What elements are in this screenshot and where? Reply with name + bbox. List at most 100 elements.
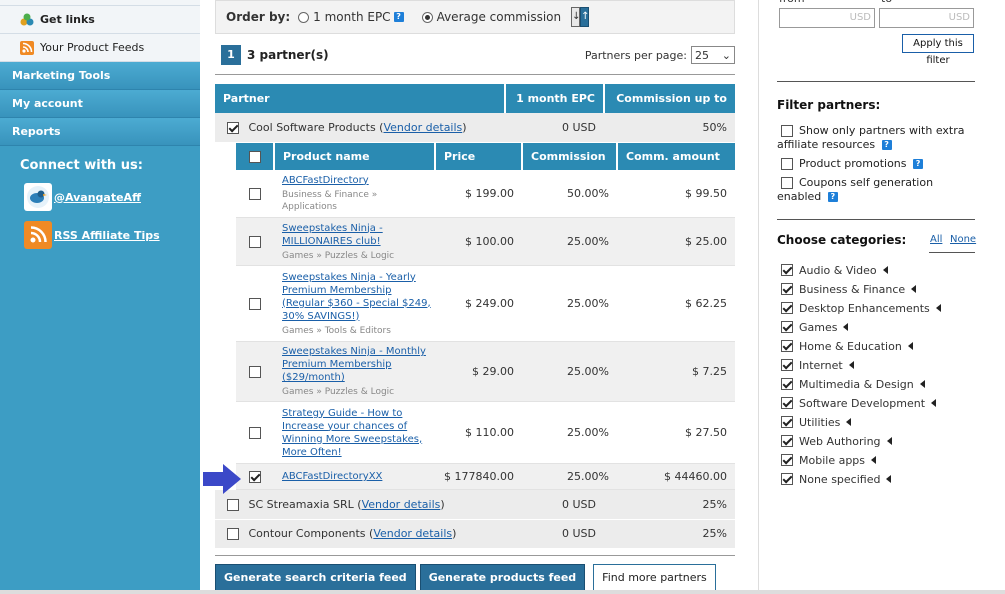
category-item[interactable]: Desktop Enhancements bbox=[781, 301, 941, 315]
order-avg-commission-label[interactable]: Average commission bbox=[437, 10, 562, 24]
page-number-button[interactable]: 1 bbox=[221, 45, 241, 65]
category-item[interactable]: Web Authoring bbox=[781, 434, 892, 448]
sort-asc-button[interactable]: ↑ bbox=[580, 7, 590, 27]
divider bbox=[777, 81, 975, 82]
rss-feed-icon[interactable] bbox=[24, 221, 52, 249]
product-checkbox[interactable] bbox=[249, 298, 261, 310]
sidebar-marketing-tools[interactable]: Marketing Tools bbox=[0, 62, 200, 90]
sidebar-item-get-links[interactable]: Get links bbox=[0, 6, 200, 34]
product-price: $ 110.00 bbox=[435, 401, 522, 464]
category-checkbox[interactable] bbox=[781, 321, 793, 333]
category-item[interactable]: Multimedia & Design bbox=[781, 377, 925, 391]
rss-link-row[interactable]: RSS Affiliate Tips bbox=[24, 221, 200, 249]
commission-to-input[interactable]: USD bbox=[879, 8, 974, 28]
category-label: Multimedia & Design bbox=[799, 377, 914, 391]
per-page-select[interactable]: 25 ⌄ bbox=[691, 46, 735, 64]
vendor-checkbox[interactable] bbox=[227, 528, 239, 540]
help-icon[interactable]: ? bbox=[393, 12, 404, 22]
order-epc-label[interactable]: 1 month EPC bbox=[313, 10, 390, 24]
expand-arrow-icon[interactable] bbox=[848, 361, 854, 369]
select-none-categories-link[interactable]: None bbox=[950, 234, 976, 245]
product-checkbox[interactable] bbox=[249, 236, 261, 248]
product-checkbox[interactable] bbox=[249, 366, 261, 378]
select-all-checkbox[interactable] bbox=[248, 150, 261, 163]
filter-coupons[interactable]: Coupons self generation enabled ? bbox=[777, 176, 977, 204]
category-checkbox[interactable] bbox=[781, 454, 793, 466]
category-item[interactable]: Business & Finance bbox=[781, 282, 917, 296]
commission-from-input[interactable]: USD bbox=[779, 8, 875, 28]
category-checkbox[interactable] bbox=[781, 359, 793, 371]
twitter-bird-icon[interactable] bbox=[24, 183, 52, 211]
vendor-details-link[interactable]: Vendor details bbox=[362, 498, 441, 511]
help-icon[interactable]: ? bbox=[827, 192, 838, 202]
product-link[interactable]: Strategy Guide - How to Increase your ch… bbox=[282, 407, 435, 459]
expand-arrow-icon[interactable] bbox=[882, 266, 888, 274]
category-checkbox[interactable] bbox=[781, 416, 793, 428]
filter-checkbox[interactable] bbox=[781, 177, 793, 189]
product-link[interactable]: Sweepstakes Ninja - MILLIONAIRES club! bbox=[282, 222, 435, 248]
sort-desc-button[interactable]: ↓ bbox=[571, 7, 581, 27]
expand-arrow-icon[interactable] bbox=[846, 418, 852, 426]
sidebar-reports[interactable]: Reports bbox=[0, 118, 200, 146]
filter-checkbox[interactable] bbox=[781, 158, 793, 170]
category-checkbox[interactable] bbox=[781, 283, 793, 295]
twitter-link-row[interactable]: @AvangateAff bbox=[24, 183, 200, 211]
generate-products-feed-button[interactable]: Generate products feed bbox=[419, 563, 586, 591]
category-checkbox[interactable] bbox=[781, 340, 793, 352]
expand-arrow-icon[interactable] bbox=[907, 342, 913, 350]
product-link[interactable]: Sweepstakes Ninja - Monthly Premium Memb… bbox=[282, 345, 435, 384]
category-item[interactable]: Home & Education bbox=[781, 339, 913, 353]
help-icon[interactable]: ? bbox=[881, 140, 892, 150]
per-page-control: Partners per page: 25 ⌄ bbox=[585, 46, 735, 64]
expand-arrow-icon[interactable] bbox=[931, 399, 937, 407]
filter-checkbox[interactable] bbox=[781, 125, 793, 137]
expand-arrow-icon[interactable] bbox=[935, 304, 941, 312]
category-item[interactable]: Internet bbox=[781, 358, 854, 372]
category-checkbox[interactable] bbox=[781, 378, 793, 390]
filter-extra-resources[interactable]: Show only partners with extra affiliate … bbox=[777, 124, 977, 152]
category-checkbox[interactable] bbox=[781, 302, 793, 314]
category-checkbox[interactable] bbox=[781, 264, 793, 276]
order-avg-commission-radio[interactable] bbox=[421, 11, 433, 23]
expand-arrow-icon[interactable] bbox=[919, 380, 925, 388]
category-checkbox[interactable] bbox=[781, 397, 793, 409]
product-link[interactable]: ABCFastDirectoryXX bbox=[282, 470, 435, 483]
product-category: Business & Finance » Applications bbox=[282, 189, 378, 212]
find-more-partners-button[interactable]: Find more partners bbox=[593, 563, 716, 591]
expand-arrow-icon[interactable] bbox=[911, 285, 917, 293]
expand-arrow-icon[interactable] bbox=[843, 323, 849, 331]
category-checkbox[interactable] bbox=[781, 435, 793, 447]
vendor-checkbox[interactable] bbox=[227, 498, 239, 511]
filter-product-promotions[interactable]: Product promotions ? bbox=[777, 157, 977, 171]
product-commission: 25.00% bbox=[522, 265, 617, 342]
vendor-commission: 50% bbox=[604, 113, 735, 143]
order-epc-radio[interactable] bbox=[298, 11, 310, 23]
rss-link[interactable]: RSS Affiliate Tips bbox=[54, 229, 160, 242]
product-price: $ 100.00 bbox=[435, 217, 522, 266]
apply-filter-button[interactable]: Apply this filter bbox=[902, 34, 974, 66]
vendor-details-link[interactable]: Vendor details bbox=[383, 121, 462, 134]
category-item[interactable]: Mobile apps bbox=[781, 453, 877, 467]
expand-arrow-icon[interactable] bbox=[886, 437, 892, 445]
vendor-details-link[interactable]: Vendor details bbox=[373, 527, 452, 540]
expand-arrow-icon[interactable] bbox=[871, 456, 877, 464]
category-checkbox[interactable] bbox=[781, 473, 793, 485]
category-item[interactable]: Games bbox=[781, 320, 849, 334]
help-icon[interactable]: ? bbox=[913, 159, 924, 169]
expand-arrow-icon[interactable] bbox=[886, 475, 892, 483]
vendor-checkbox[interactable] bbox=[227, 121, 239, 134]
category-item[interactable]: Audio & Video bbox=[781, 263, 888, 277]
sidebar-item-product-feeds[interactable]: Your Product Feeds bbox=[0, 34, 200, 62]
select-all-categories-link[interactable]: All bbox=[930, 234, 942, 245]
product-checkbox[interactable] bbox=[249, 471, 261, 483]
product-checkbox[interactable] bbox=[249, 187, 261, 200]
generate-search-feed-button[interactable]: Generate search criteria feed bbox=[215, 563, 416, 591]
twitter-link[interactable]: @AvangateAff bbox=[54, 191, 141, 204]
sidebar-my-account[interactable]: My account bbox=[0, 90, 200, 118]
product-link[interactable]: ABCFastDirectory bbox=[282, 174, 435, 187]
category-item[interactable]: None specified bbox=[781, 472, 892, 486]
category-item[interactable]: Utilities bbox=[781, 415, 852, 429]
product-checkbox[interactable] bbox=[249, 427, 261, 439]
category-item[interactable]: Software Development bbox=[781, 396, 937, 410]
product-link[interactable]: Sweepstakes Ninja - Yearly Premium Membe… bbox=[282, 271, 435, 323]
